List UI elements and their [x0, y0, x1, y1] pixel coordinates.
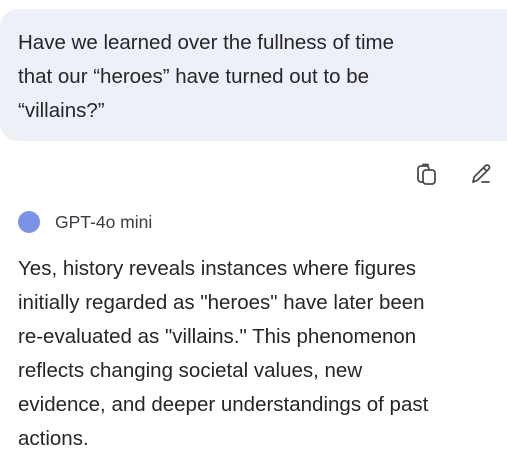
copy-button[interactable]: [413, 160, 441, 188]
user-message-bubble: Have we learned over the fullness of tim…: [0, 9, 507, 141]
edit-pencil-icon: [469, 162, 493, 186]
copy-icon: [416, 162, 438, 186]
user-message-text: Have we learned over the fullness of tim…: [18, 31, 395, 122]
model-name: GPT-4o mini: [55, 211, 153, 232]
model-avatar: [18, 211, 40, 233]
edit-button[interactable]: [467, 160, 495, 188]
assistant-header: GPT-4o mini: [18, 211, 152, 233]
assistant-response-text: Yes, history reveals instances where fig…: [18, 257, 429, 450]
message-actions: [413, 160, 495, 188]
